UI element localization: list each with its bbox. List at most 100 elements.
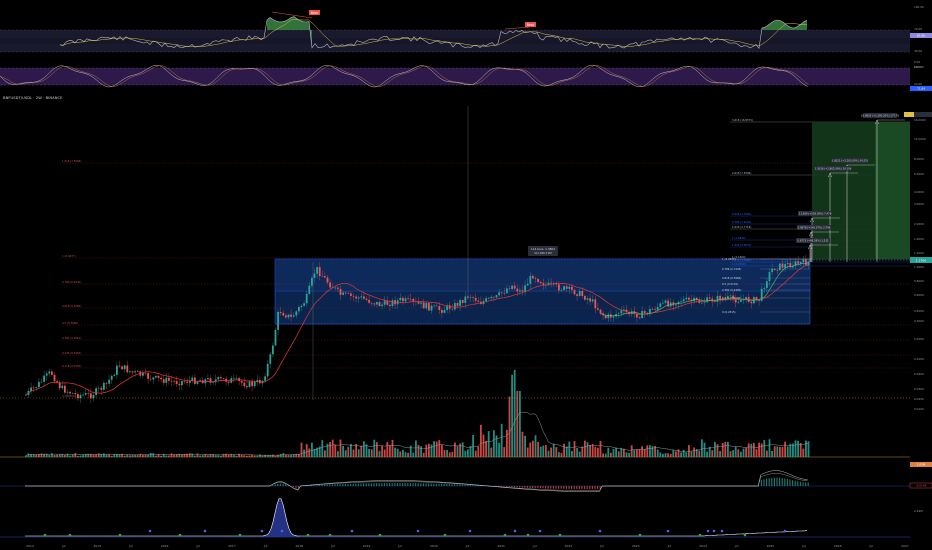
macd-hist-bar	[516, 486, 518, 488]
volume-bar	[131, 454, 134, 457]
macd-hist-bar	[503, 486, 505, 487]
volume-bar	[113, 454, 116, 457]
candle-body	[240, 380, 243, 383]
volume-bar	[454, 442, 456, 457]
chart-canvas[interactable]: Bear Bear 114 bars, 1,380d Vol 180.71M 1…	[0, 0, 932, 550]
volume-bar	[118, 454, 121, 457]
volume-bar	[719, 451, 721, 457]
macd-hist-bar	[389, 483, 391, 486]
volume-bar	[482, 434, 485, 457]
signal-dot-blue	[416, 529, 420, 533]
candle-body	[51, 371, 53, 375]
volume-bar	[591, 444, 594, 457]
macd-hist-bar	[363, 483, 365, 486]
candle-body	[217, 377, 220, 380]
volume-bar	[251, 455, 253, 457]
volume-bar	[659, 452, 662, 457]
volume-bar	[474, 450, 477, 457]
candle-body	[134, 371, 136, 373]
time-axis[interactable]: 2014 Jul 2015 Jul 2016 Jul 2017 Jul 2018 Jul 2019 J…	[0, 541, 932, 550]
candle-body	[456, 303, 459, 306]
macd-hist-bar	[339, 484, 341, 486]
candle-body	[729, 295, 732, 297]
macd-hist-bar	[279, 483, 281, 486]
volume-bar	[214, 455, 217, 457]
candle-body	[253, 381, 256, 387]
range-tooltip: 114 bars, 1,380d Vol 180.71M	[528, 246, 558, 256]
volume-bar	[438, 440, 441, 457]
candle-body	[183, 381, 186, 382]
candle-body	[443, 309, 446, 313]
volume-bar	[766, 450, 768, 457]
time-axis-label: 2024	[699, 544, 707, 548]
volume-bar	[740, 451, 742, 457]
candle-body	[768, 272, 771, 282]
candle-body	[477, 300, 480, 302]
candle-body	[305, 293, 308, 304]
candle-body	[568, 286, 571, 289]
time-axis-label: Jul	[397, 544, 402, 548]
price-axis-label: 0.0100	[914, 407, 924, 411]
volume-bar	[188, 453, 191, 457]
candle-body	[337, 287, 339, 289]
price-axis-label: 0.3000	[914, 319, 924, 323]
macd-hist-bar	[378, 483, 380, 486]
candle-body	[92, 394, 95, 399]
macd-hist-bar	[344, 483, 346, 486]
macd-hist-bar	[464, 484, 466, 486]
price-axis-label: 0.8000	[914, 279, 924, 283]
signal-dot-green	[306, 533, 310, 537]
target-label: 3.3036 (+2,862.90%) 19,106	[815, 166, 852, 171]
candle-body	[701, 302, 703, 304]
candle-body	[370, 302, 373, 304]
macd-hist-bar	[316, 485, 318, 486]
candle-body	[329, 282, 331, 288]
macd-hist-bar	[589, 486, 591, 489]
time-axis-label: Jul	[734, 544, 739, 548]
candle-body	[129, 371, 131, 373]
volume-bar	[394, 447, 396, 457]
volume-bar	[365, 444, 368, 457]
fib-left-label: 0.236 (0.1950)	[62, 351, 81, 355]
volume-bar	[610, 452, 612, 457]
volume-bar	[201, 455, 204, 457]
candle-body	[638, 317, 641, 319]
volume-bar	[396, 448, 399, 457]
volume-bar	[129, 455, 131, 457]
macd-hist-bar	[324, 484, 326, 486]
time-axis-label: 2025	[767, 544, 775, 548]
macd-hist-bar	[578, 486, 580, 489]
volume-bar	[560, 452, 563, 457]
signal-dot-green	[743, 533, 747, 537]
volume-bar	[693, 447, 695, 457]
volume-bar	[698, 450, 701, 457]
macd-hist-bar	[768, 478, 770, 486]
candle-body	[675, 304, 677, 306]
volume-bar	[56, 454, 58, 457]
volume-bar	[628, 452, 630, 457]
fib-range-label: 0.382 (0.4480)	[722, 288, 741, 292]
volume-bar	[552, 443, 555, 457]
macd-hist-bar	[428, 483, 430, 486]
symbol-label: BNFUSDT/USDL · 2W · BINANCE	[3, 96, 63, 100]
signal-dot-green	[378, 533, 382, 537]
rsi-axis-label: 0.00	[914, 60, 920, 64]
extra-value-label: 2.49M	[914, 509, 923, 513]
volume-bar	[758, 442, 760, 457]
candle-body	[100, 387, 103, 390]
price-axis-label: 1.6000	[914, 237, 924, 241]
volume-bar	[706, 451, 708, 457]
macd-hist-bar	[467, 484, 469, 486]
candle-body	[295, 311, 298, 316]
volume-bar	[542, 445, 545, 457]
signal-dot-blue	[203, 529, 207, 533]
candle-body	[108, 379, 110, 384]
macd-hist-bar	[584, 486, 586, 489]
volume-bar	[729, 451, 732, 457]
candle-body	[407, 298, 409, 299]
candle-body	[360, 296, 363, 298]
volume-bar	[760, 443, 763, 457]
volume-bar	[238, 453, 240, 457]
macd-hist-bar	[802, 482, 804, 486]
macd-hist-bar	[368, 483, 370, 486]
